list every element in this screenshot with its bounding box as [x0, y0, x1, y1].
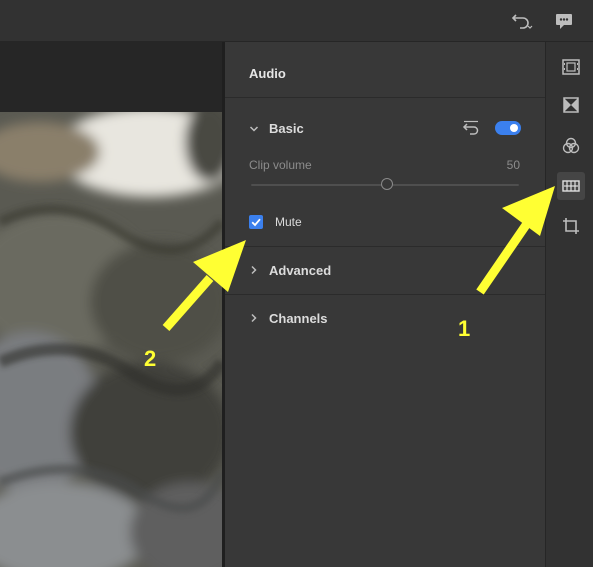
chevron-down-icon [249, 126, 259, 132]
rail-button-video[interactable] [557, 53, 585, 81]
crop-icon [563, 218, 579, 234]
clip-volume-label: Clip volume [249, 158, 312, 172]
divider [225, 97, 545, 98]
comment-icon [556, 14, 572, 29]
reset-icon[interactable] [461, 120, 481, 136]
panel-title: Audio [249, 66, 286, 81]
basic-enable-toggle[interactable] [495, 121, 521, 135]
callout-number-2: 2 [144, 346, 157, 371]
section-label-basic: Basic [269, 121, 304, 136]
transition-icon [563, 97, 579, 113]
section-label-channels: Channels [269, 311, 328, 326]
audio-waveform-icon [562, 180, 580, 192]
undo-button[interactable] [508, 9, 536, 33]
film-strip-icon [562, 59, 580, 75]
undo-icon [511, 14, 533, 29]
color-circles-icon [562, 137, 580, 154]
rail-button-crop[interactable] [557, 212, 585, 240]
callout-number-1: 1 [458, 316, 471, 341]
chevron-right-icon [251, 313, 257, 323]
section-label-advanced: Advanced [269, 263, 332, 278]
rail-button-audio[interactable] [557, 172, 585, 200]
advanced-section-header[interactable]: Advanced [225, 246, 545, 294]
video-preview[interactable] [0, 42, 222, 567]
mute-label[interactable]: Mute [275, 215, 302, 229]
clip-volume-value[interactable]: 50 [507, 158, 520, 172]
audio-panel: Audio Basic Clip volume 50 Mute Advanced [225, 42, 545, 567]
channels-section-header[interactable]: Channels [225, 294, 545, 342]
top-toolbar [0, 0, 593, 42]
properties-rail [545, 42, 593, 567]
preview-image [0, 112, 222, 567]
rail-button-transitions[interactable] [557, 91, 585, 119]
clip-volume-slider-thumb[interactable] [381, 178, 393, 190]
chevron-right-icon [251, 265, 257, 275]
rail-button-color[interactable] [557, 132, 585, 160]
preview-header [0, 42, 222, 112]
toggle-knob [510, 124, 518, 132]
mute-checkbox[interactable] [249, 215, 263, 229]
checkmark-icon [251, 218, 261, 227]
comments-button[interactable] [552, 10, 576, 34]
